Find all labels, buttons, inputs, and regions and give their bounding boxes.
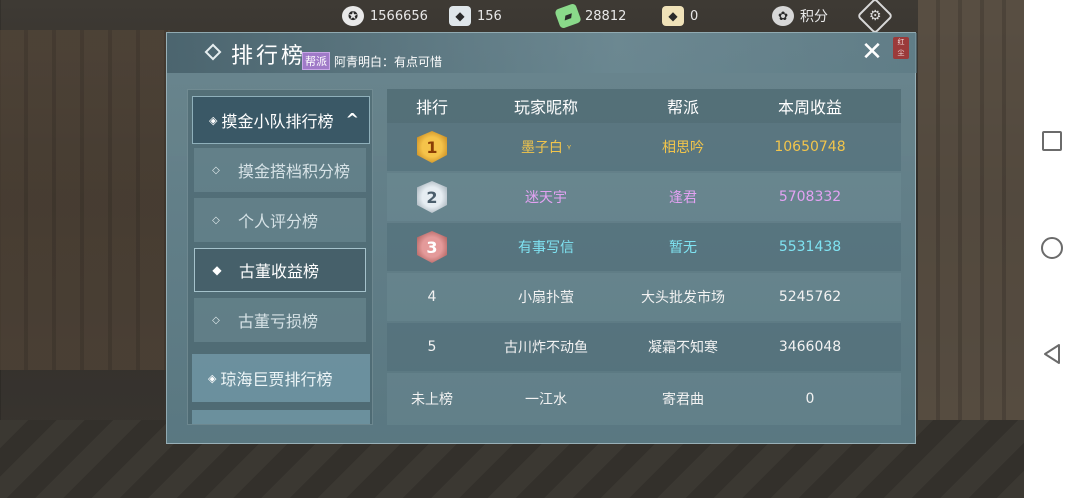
self-rank-row[interactable]: 未上榜 一江水 寄君曲 0 [387,373,901,425]
income-cell: 5245762 [778,289,842,305]
table-header: 排行 玩家昵称 帮派 本周收益 [387,89,901,123]
guild-cell: 逢君 [669,190,697,206]
currency-film: ✪ 1566656 [342,5,428,27]
player-name: 墨子白 [520,140,563,156]
back-button[interactable] [1040,342,1064,366]
income-cell: 0 [805,391,815,407]
guild-cell: 大头批发市场 [641,290,725,306]
panel-title: 排行榜 [231,44,307,69]
expand-icon: ◈ [209,113,218,127]
jade-ticket-icon: ▰ [554,2,582,30]
header-rank: 排行 [415,98,448,117]
close-icon: ✕ [861,37,883,67]
rank-1-badge-icon: 1 [417,131,447,163]
sidebar-item-label: 摸金搭档积分榜 [238,162,351,181]
diamond-icon: ◇ [212,214,220,226]
points-display[interactable]: ✿ 积分 [772,5,828,27]
back-triangle-icon [1044,344,1060,364]
rank-cell: 1 [387,131,477,163]
income-cell: 3466048 [778,339,842,355]
currency-value: 28812 [585,8,627,24]
film-reel-icon: ✪ [342,6,364,26]
sidebar-item-label: 个人评分榜 [238,212,319,231]
currency-value: 156 [477,8,502,24]
system-nav-bar [1024,0,1080,498]
background-wall-left [0,30,170,370]
currency-silver: ◆ 156 [449,5,502,27]
guild-cell: 暂无 [669,240,697,256]
close-button[interactable]: ✕ [859,39,885,65]
chevron-up-icon: ^ [345,110,359,129]
rank-cell: 未上榜 [411,392,453,408]
table-row[interactable]: 3 有事写信 暂无 5531438 [387,223,901,271]
name-cell: 古川炸不动鱼 [504,340,588,356]
silver-ingot-icon: ◆ [449,6,471,26]
category-label: 琼海巨贾排行榜 [220,370,333,389]
header-guild: 帮派 [666,98,699,117]
category-sidebar: ◈ 摸金小队排行榜 ^ ◇ 摸金搭档积分榜 ◇ 个人评分榜 ◆ 古董收益榜 ◇ … [187,89,373,425]
chat-text: 阿青明白：有点可惜 [334,54,443,69]
name-cell: 墨子白 ᵞ [477,137,615,157]
seal-stamp: 红尘 [893,37,909,59]
diamond-icon: ◇ [212,314,220,326]
income-cell: 10650748 [774,139,846,155]
income-cell: 5708332 [778,189,842,205]
name-cell: 迷天宇 [525,190,567,206]
chat-message[interactable]: 帮派 阿青明白：有点可惜 [302,52,442,70]
name-mark: ᵞ [566,142,572,155]
points-label: 积分 [800,9,828,25]
currency-gold: ◆ 0 [662,5,698,27]
rank-2-badge-icon: 2 [417,181,447,213]
currency-value: 0 [690,8,699,24]
category-label: 摸金小队排行榜 [221,112,334,131]
header-income: 本周收益 [777,98,842,117]
diamond-icon: ◇ [212,164,220,176]
sidebar-item-antique-loss[interactable]: ◇ 古董亏损榜 [194,298,366,342]
income-cell: 5531438 [778,239,842,255]
name-cell: 一江水 [525,392,567,408]
rank-cell: 5 [427,339,437,355]
chat-channel-tag: 帮派 [302,52,330,70]
rank-cell: 2 [387,181,477,213]
table-row[interactable]: 5 古川炸不动鱼 凝霜不知寒 3466048 [387,323,901,371]
gold-ingot-icon: ◆ [662,6,684,26]
home-button[interactable] [1041,237,1063,259]
expand-icon: ◈ [208,371,217,385]
sidebar-item-partner-points[interactable]: ◇ 摸金搭档积分榜 [194,148,366,192]
sidebar-item-personal-score[interactable]: ◇ 个人评分榜 [194,198,366,242]
guild-cell: 相思吟 [662,140,704,156]
sidebar-item-label: 古董收益榜 [239,262,320,281]
category-mojin-team[interactable]: ◈ 摸金小队排行榜 ^ [192,96,370,144]
points-icon: ✿ [772,6,794,26]
leaderboard-table: 排行 玩家昵称 帮派 本周收益 1 墨子白 ᵞ 相思吟 10650748 2 迷天… [387,89,901,425]
name-cell: 有事写信 [518,240,574,256]
table-row[interactable]: 1 墨子白 ᵞ 相思吟 10650748 [387,123,901,171]
guild-cell: 寄君曲 [662,392,704,408]
currency-value: 1566656 [370,8,428,24]
settings-icon: ⚙ [868,8,882,24]
sidebar-item-antique-income[interactable]: ◆ 古董收益榜 [194,248,366,292]
sidebar-item-label: 古董亏损榜 [238,312,319,331]
table-row[interactable]: 4 小扇扑萤 大头批发市场 5245762 [387,273,901,321]
leaderboard-panel: 排行榜 帮派 阿青明白：有点可惜 ✕ 红尘 ◈ 摸金小队排行榜 ^ ◇ 摸金搭档… [166,32,917,444]
diamond-icon: ◆ [212,263,222,277]
currency-jade: ▰ 28812 [554,2,627,30]
category-qionghai-merchant[interactable]: ◈ 琼海巨贾排行榜 [192,354,370,402]
settings-button[interactable]: ⚙ [856,0,894,35]
guild-cell: 凝霜不知寒 [648,340,718,356]
name-cell: 小扇扑萤 [518,290,574,306]
recents-button[interactable] [1042,131,1062,151]
currency-bar: ✪ 1566656 ◆ 156 ▰ 28812 ◆ 0 ✿ 积分 ⚙ [0,0,1024,35]
rank-3-badge-icon: 3 [417,231,447,263]
table-row[interactable]: 2 迷天宇 逢君 5708332 [387,173,901,221]
rank-cell: 3 [387,231,477,263]
category-next[interactable] [192,410,370,424]
header-name: 玩家昵称 [513,98,578,117]
rank-cell: 4 [427,289,437,305]
